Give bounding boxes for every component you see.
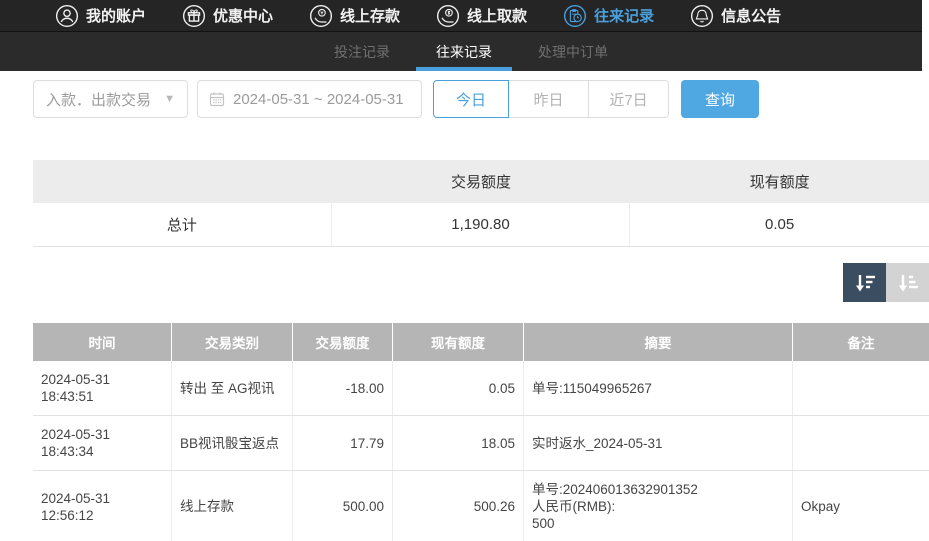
transaction-table: 时间 交易类别 交易额度 现有额度 摘要 备注 2024-05-31 18:43…: [33, 323, 929, 541]
summary-total-label: 总计: [33, 203, 332, 246]
summary-transaction-amount: 1,190.80: [332, 203, 631, 246]
top-navigation-bar: 我的账户 优惠中心 线上存款 线上取款 往来记录 信息公告: [0, 0, 922, 31]
cell-amount: 500.00: [293, 471, 393, 541]
table-row: 2024-05-31 12:56:12 线上存款 500.00 500.26 单…: [33, 471, 929, 541]
date-range-input[interactable]: 2024-05-31 ~ 2024-05-31: [197, 80, 422, 118]
active-tab-underline: [416, 67, 512, 71]
summary-header-row: 交易额度 现有额度: [33, 160, 929, 203]
summary-header-transaction-amount: 交易额度: [450, 174, 511, 191]
nav-item-announcements[interactable]: 信息公告: [690, 4, 781, 28]
summary-line: 单号:202406013632901352: [532, 482, 698, 497]
summary-table: 交易额度 现有额度 总计 1,190.80 0.05: [33, 160, 929, 247]
sort-descending-button[interactable]: [843, 263, 886, 302]
table-row: 2024-05-31 18:43:51 转出 至 AG视讯 -18.00 0.0…: [33, 361, 929, 416]
cell-time: 2024-05-31 18:43:34: [33, 416, 172, 470]
col-header-type: 交易类别: [172, 323, 293, 361]
nav-item-label: 线上存款: [340, 8, 401, 25]
cell-remark: [793, 361, 929, 415]
filter-row: 入款．出款交易 ▼ 2024-05-31 ~ 2024-05-31 今日 昨日 …: [33, 80, 929, 118]
summary-total-row: 总计 1,190.80 0.05: [33, 203, 929, 247]
cell-remark: [793, 416, 929, 470]
cell-remark: Okpay: [801, 499, 841, 514]
cell-summary: 实时返水_2024-05-31: [524, 416, 793, 470]
yesterday-button[interactable]: 昨日: [509, 80, 589, 118]
col-header-summary: 摘要: [524, 323, 793, 361]
cell-time: 2024-05-31 18:43:51: [33, 361, 172, 415]
summary-current-balance: 0.05: [765, 216, 795, 233]
tab-transaction-records[interactable]: 往来记录: [416, 32, 512, 71]
nav-item-promotions[interactable]: 优惠中心: [182, 4, 273, 28]
cell-balance: 0.05: [393, 361, 524, 415]
tab-label: 投注记录: [334, 43, 390, 60]
col-header-remark: 备注: [847, 336, 875, 351]
main-content: 入款．出款交易 ▼ 2024-05-31 ~ 2024-05-31 今日 昨日 …: [0, 80, 929, 541]
records-clipboard-clock-icon: [563, 4, 587, 28]
sort-ascending-button[interactable]: [886, 263, 929, 302]
transaction-type-value: 入款．出款交易: [46, 91, 152, 109]
tab-betting-records[interactable]: 投注记录: [330, 32, 394, 71]
nav-item-my-account[interactable]: 我的账户: [55, 4, 146, 28]
cell-type: BB视讯骰宝返点: [172, 416, 293, 470]
cell-balance: 18.05: [393, 416, 524, 470]
cell-time: 2024-05-31 12:56:12: [33, 471, 172, 541]
transaction-type-select[interactable]: 入款．出款交易 ▼: [33, 80, 188, 118]
tab-label: 往来记录: [436, 43, 492, 60]
sort-descending-icon: [855, 274, 875, 291]
tab-label: 处理中订单: [538, 43, 608, 60]
withdraw-hand-coin-icon: [436, 4, 460, 28]
record-tabs-bar: 投注记录 往来记录 处理中订单: [0, 31, 922, 71]
calendar-icon: [209, 91, 225, 107]
tab-processing-orders[interactable]: 处理中订单: [534, 32, 612, 71]
nav-item-online-withdrawal[interactable]: 线上取款: [436, 4, 527, 28]
table-row: 2024-05-31 18:43:34 BB视讯骰宝返点 17.79 18.05…: [33, 416, 929, 471]
nav-item-label: 信息公告: [721, 8, 782, 25]
nav-item-label: 往来记录: [594, 8, 655, 25]
date-range-value: 2024-05-31 ~ 2024-05-31: [233, 90, 404, 108]
summary-line: 人民币(RMB):: [532, 499, 616, 514]
deposit-hand-coin-icon: [309, 4, 333, 28]
summary-header-current-balance: 现有额度: [749, 174, 810, 191]
cell-balance: 500.26: [393, 471, 524, 541]
cell-summary: 单号:202406013632901352 人民币(RMB): 500: [524, 471, 793, 541]
nav-item-online-deposit[interactable]: 线上存款: [309, 4, 400, 28]
last-7-days-button[interactable]: 近7日: [589, 80, 669, 118]
cell-type: 转出 至 AG视讯: [172, 361, 293, 415]
today-button[interactable]: 今日: [433, 80, 509, 118]
nav-item-label: 优惠中心: [213, 8, 274, 25]
col-header-time: 时间: [33, 323, 172, 361]
nav-item-label: 我的账户: [86, 8, 147, 25]
cell-type: 线上存款: [172, 471, 293, 541]
sort-controls: [33, 263, 929, 302]
chevron-down-icon: ▼: [164, 93, 175, 105]
transaction-table-header: 时间 交易类别 交易额度 现有额度 摘要 备注: [33, 323, 929, 361]
bell-icon: [690, 4, 714, 28]
nav-item-transaction-records[interactable]: 往来记录: [563, 4, 654, 28]
col-header-amount: 交易额度: [293, 323, 393, 361]
quick-date-button-group: 今日 昨日 近7日: [433, 80, 669, 118]
cell-amount: -18.00: [293, 361, 393, 415]
query-button[interactable]: 查询: [681, 80, 759, 118]
col-header-balance: 现有额度: [393, 323, 524, 361]
user-icon: [55, 4, 79, 28]
cell-amount: 17.79: [293, 416, 393, 470]
cell-summary: 单号:115049965267: [524, 361, 793, 415]
summary-line: 500: [532, 516, 555, 531]
sort-ascending-icon: [898, 274, 918, 291]
gift-icon: [182, 4, 206, 28]
nav-item-label: 线上取款: [467, 8, 528, 25]
